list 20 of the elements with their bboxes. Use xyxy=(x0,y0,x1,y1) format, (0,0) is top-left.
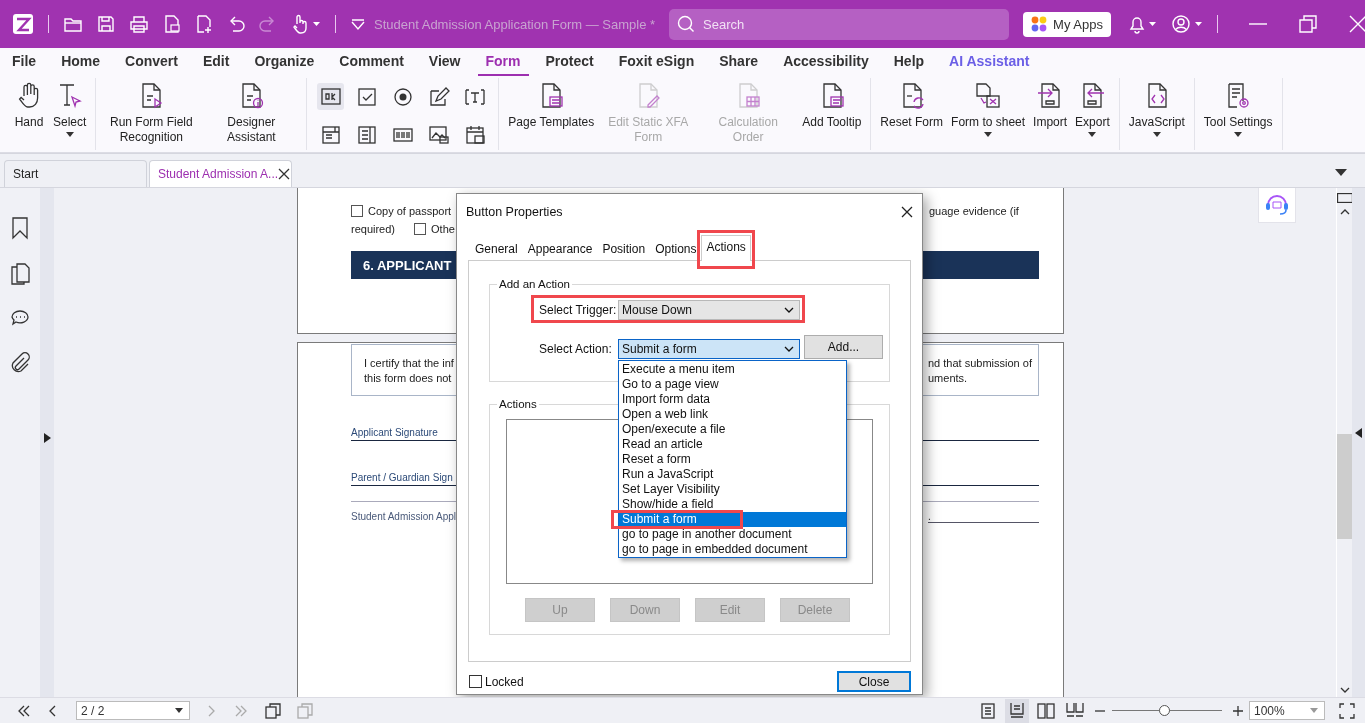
field-label: Select Action: xyxy=(539,342,613,356)
checkbox-label: Locked xyxy=(485,674,524,689)
statement-text: I certify that the inf xyxy=(364,356,454,371)
dialog-title: Button Properties xyxy=(466,205,563,219)
signature-label: Applicant Signature xyxy=(351,427,438,438)
statement-text: nd that submission of xyxy=(928,356,1032,371)
form-text: Othe xyxy=(431,223,455,235)
field-label: Select Trigger: xyxy=(539,302,618,317)
window-title: Student Admission Application Form — Sample * xyxy=(374,16,656,32)
form-text: required) xyxy=(351,223,396,235)
form-text: guage evidence (if xyxy=(929,205,1019,217)
section-heading: 6. APPLICANT xyxy=(363,257,452,273)
footer-text: Student Admission Appl xyxy=(351,511,457,523)
form-text: Copy of passport xyxy=(368,205,452,217)
footer-text: . xyxy=(928,511,1039,523)
group-title: Actions xyxy=(498,398,538,410)
statement-text: this form does not xyxy=(364,371,452,386)
group-title: Add an Action xyxy=(498,278,571,290)
statement-text: uments. xyxy=(928,371,968,386)
signature-label: Parent / Guardian Sign xyxy=(351,472,453,483)
